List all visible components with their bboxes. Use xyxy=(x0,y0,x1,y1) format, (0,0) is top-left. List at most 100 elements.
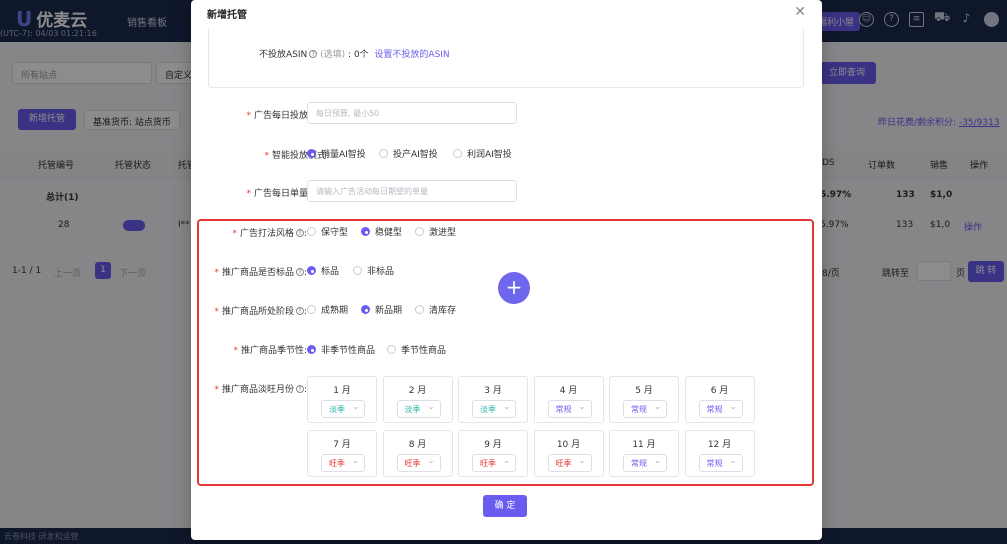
month-season-select[interactable]: 淡季 ⌄ xyxy=(321,400,365,418)
help-icon[interactable]: ? xyxy=(295,229,304,237)
radio-label: 成熟期 xyxy=(321,306,349,316)
month-label: 1 月 xyxy=(333,386,351,396)
month-label: 4 月 xyxy=(559,386,578,396)
season-label-text: 推广商品季节性 xyxy=(240,346,304,356)
chevron-down-icon: ⌄ xyxy=(503,456,510,465)
month-label: 11 月 xyxy=(632,440,656,450)
radio-icon xyxy=(415,305,424,314)
mode-option-profit[interactable]: 利润AI智投 xyxy=(453,147,512,160)
radio-icon xyxy=(453,149,462,158)
chevron-down-icon: ⌄ xyxy=(729,402,737,411)
month-card: 7 月旺季 ⌄ xyxy=(307,430,377,477)
month-label: 5 月 xyxy=(635,386,653,396)
month-season-select[interactable]: 淡季 ⌄ xyxy=(472,400,516,418)
help-icon[interactable]: ? xyxy=(295,385,304,393)
radio-label: 稳健型 xyxy=(375,228,403,238)
plus-icon[interactable]: + xyxy=(498,272,530,304)
radio-label: 激进型 xyxy=(429,228,457,238)
chevron-down-icon: ⌄ xyxy=(729,456,737,465)
chevron-down-icon: ⌄ xyxy=(654,402,661,411)
style-option-steady[interactable]: 稳健型 xyxy=(361,225,402,238)
month-season-select[interactable]: 常规 ⌄ xyxy=(623,400,667,418)
style-option-aggressive[interactable]: 激进型 xyxy=(415,225,456,238)
month-season-value: 常规 xyxy=(706,405,723,414)
radio-label: 保守型 xyxy=(321,228,349,238)
month-card: 6 月常规 ⌄ xyxy=(684,376,755,423)
radio-icon xyxy=(307,227,316,236)
month-season-value: 常规 xyxy=(631,459,647,468)
chevron-down-icon: ⌄ xyxy=(427,402,435,411)
stage-option-new[interactable]: 新品期 xyxy=(361,303,402,316)
month-label: 7 月 xyxy=(333,440,351,450)
radio-icon xyxy=(307,305,316,314)
month-season-select[interactable]: 淡季 ⌄ xyxy=(396,400,441,418)
month-card: 11 月常规 ⌄ xyxy=(609,430,679,477)
required-mark: * xyxy=(246,111,251,121)
radio-label: 销量AI智投 xyxy=(321,150,366,160)
radio-label: 投产AI智投 xyxy=(393,150,438,160)
month-season-value: 旺季 xyxy=(404,459,421,468)
help-icon[interactable]: ? xyxy=(309,50,318,58)
month-season-select[interactable]: 常规 ⌄ xyxy=(698,454,743,472)
radio-label: 非标品 xyxy=(367,267,395,277)
modal-title: 新增托管 xyxy=(207,10,247,21)
help-icon[interactable]: ? xyxy=(295,268,304,276)
confirm-button[interactable]: 确 定 xyxy=(483,495,527,517)
month-label: 9 月 xyxy=(484,440,502,450)
month-card: 1 月淡季 ⌄ xyxy=(307,376,377,423)
help-icon[interactable]: ? xyxy=(295,307,304,315)
month-label: 3 月 xyxy=(484,386,502,396)
season-label: * 推广商品季节性: xyxy=(233,346,307,356)
month-label: 8 月 xyxy=(408,440,427,450)
mode-option-sales[interactable]: 销量AI智投 xyxy=(307,147,366,160)
budget-input[interactable]: 每日预算, 最小50 xyxy=(307,102,517,124)
month-season-value: 旺季 xyxy=(480,459,496,468)
month-season-select[interactable]: 旺季 ⌄ xyxy=(321,454,365,472)
required-mark: * xyxy=(233,346,238,356)
style-label: * 广告打法风格?: xyxy=(232,229,307,239)
chevron-down-icon: ⌄ xyxy=(427,456,435,465)
stage-option-clearance[interactable]: 清库存 xyxy=(415,303,456,316)
standard-option-yes[interactable]: 标品 xyxy=(307,264,339,277)
close-icon[interactable]: ✕ xyxy=(794,4,806,20)
month-card: 12 月常规 ⌄ xyxy=(684,430,755,477)
month-season-select[interactable]: 常规 ⌄ xyxy=(623,454,667,472)
month-card: 10 月旺季 ⌄ xyxy=(533,430,604,477)
month-season-value: 旺季 xyxy=(329,459,345,468)
radio-label: 利润AI智投 xyxy=(467,150,512,160)
chevron-down-icon: ⌄ xyxy=(654,456,661,465)
month-season-select[interactable]: 旺季 ⌄ xyxy=(396,454,441,472)
style-option-conservative[interactable]: 保守型 xyxy=(307,225,348,238)
month-season-value: 常规 xyxy=(706,459,723,468)
set-exclude-asin-link[interactable]: 设置不投放的ASIN xyxy=(374,50,449,60)
standard-label-text: 推广商品是否标品 xyxy=(221,268,294,278)
stage-option-mature[interactable]: 成熟期 xyxy=(307,303,348,316)
required-mark: * xyxy=(214,307,219,317)
new-managed-modal: 新增托管 ✕ 不投放ASIN? (选填) : 0个 设置不投放的ASIN * 广告… xyxy=(191,0,822,540)
stage-label: * 推广商品所处阶段?: xyxy=(214,307,307,317)
month-season-value: 常规 xyxy=(555,405,572,414)
radio-icon xyxy=(353,266,362,275)
month-season-value: 常规 xyxy=(631,405,647,414)
exclude-asin-card: 不投放ASIN? (选填) : 0个 设置不投放的ASIN xyxy=(208,27,804,88)
month-season-value: 淡季 xyxy=(404,405,421,414)
month-card: 2 月淡季 ⌄ xyxy=(382,376,453,423)
radio-label: 清库存 xyxy=(429,306,457,316)
month-card: 4 月常规 ⌄ xyxy=(533,376,604,423)
month-season-select[interactable]: 旺季 ⌄ xyxy=(547,454,592,472)
required-mark: * xyxy=(214,268,219,278)
standard-option-no[interactable]: 非标品 xyxy=(353,264,394,277)
season-option-no[interactable]: 非季节性商品 xyxy=(307,343,375,356)
mode-option-roi[interactable]: 投产AI智投 xyxy=(379,147,438,160)
month-season-select[interactable]: 常规 ⌄ xyxy=(698,400,743,418)
radio-icon xyxy=(415,227,424,236)
month-season-select[interactable]: 常规 ⌄ xyxy=(547,400,592,418)
required-mark: * xyxy=(214,385,219,395)
month-season-select[interactable]: 旺季 ⌄ xyxy=(472,454,516,472)
chevron-down-icon: ⌄ xyxy=(578,456,586,465)
target-input[interactable]: 请输入广告活动每日期望的单量 xyxy=(307,180,517,202)
radio-label: 季节性商品 xyxy=(401,346,447,356)
season-option-yes[interactable]: 季节性商品 xyxy=(387,343,446,356)
month-label: 12 月 xyxy=(707,440,732,450)
months-label-text: 推广商品淡旺月份 xyxy=(221,385,294,395)
